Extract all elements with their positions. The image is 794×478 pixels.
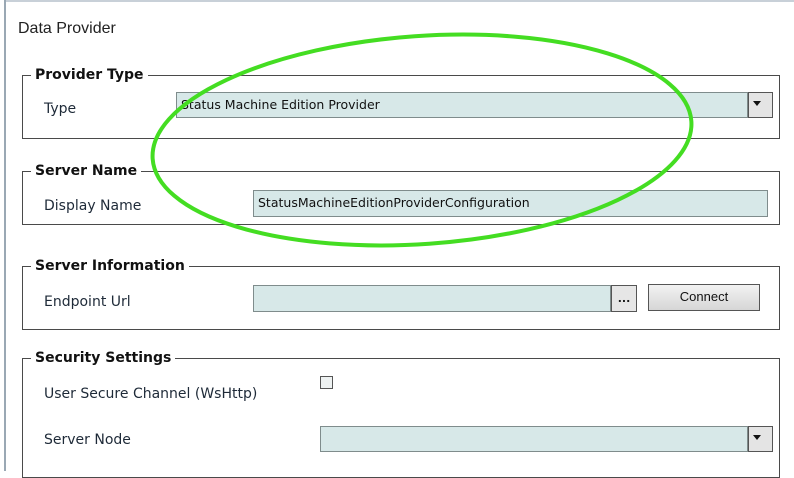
server-information-legend: Server Information xyxy=(31,257,189,275)
server-name-legend: Server Name xyxy=(31,162,142,180)
security-settings-legend: Security Settings xyxy=(31,349,176,367)
type-dropdown-chevron-down-icon[interactable] xyxy=(748,92,773,118)
type-dropdown-value: Status Machine Edition Provider xyxy=(181,97,380,112)
endpoint-url-label: Endpoint Url xyxy=(44,294,131,310)
type-dropdown[interactable]: Status Machine Edition Provider xyxy=(176,92,748,118)
display-name-field[interactable]: StatusMachineEditionProviderConfiguratio… xyxy=(253,190,768,217)
browse-ellipsis-button[interactable]: ... xyxy=(611,285,637,312)
endpoint-url-input[interactable] xyxy=(253,285,611,312)
server-node-chevron-down-icon[interactable] xyxy=(748,426,773,452)
type-label: Type xyxy=(44,101,77,117)
connect-button[interactable]: Connect xyxy=(648,284,760,311)
secure-channel-label: User Secure Channel (WsHttp) xyxy=(44,386,258,402)
server-node-dropdown[interactable] xyxy=(320,426,748,452)
secure-channel-checkbox-icon[interactable] xyxy=(320,376,333,389)
display-name-label: Display Name xyxy=(44,198,142,214)
left-divider xyxy=(4,0,6,471)
top-divider xyxy=(4,0,794,2)
security-settings-group: Security Settings xyxy=(22,349,780,478)
provider-type-legend: Provider Type xyxy=(31,66,148,84)
page-title: Data Provider xyxy=(18,20,116,37)
server-node-label: Server Node xyxy=(44,432,131,448)
display-name-value: StatusMachineEditionProviderConfiguratio… xyxy=(258,195,530,210)
